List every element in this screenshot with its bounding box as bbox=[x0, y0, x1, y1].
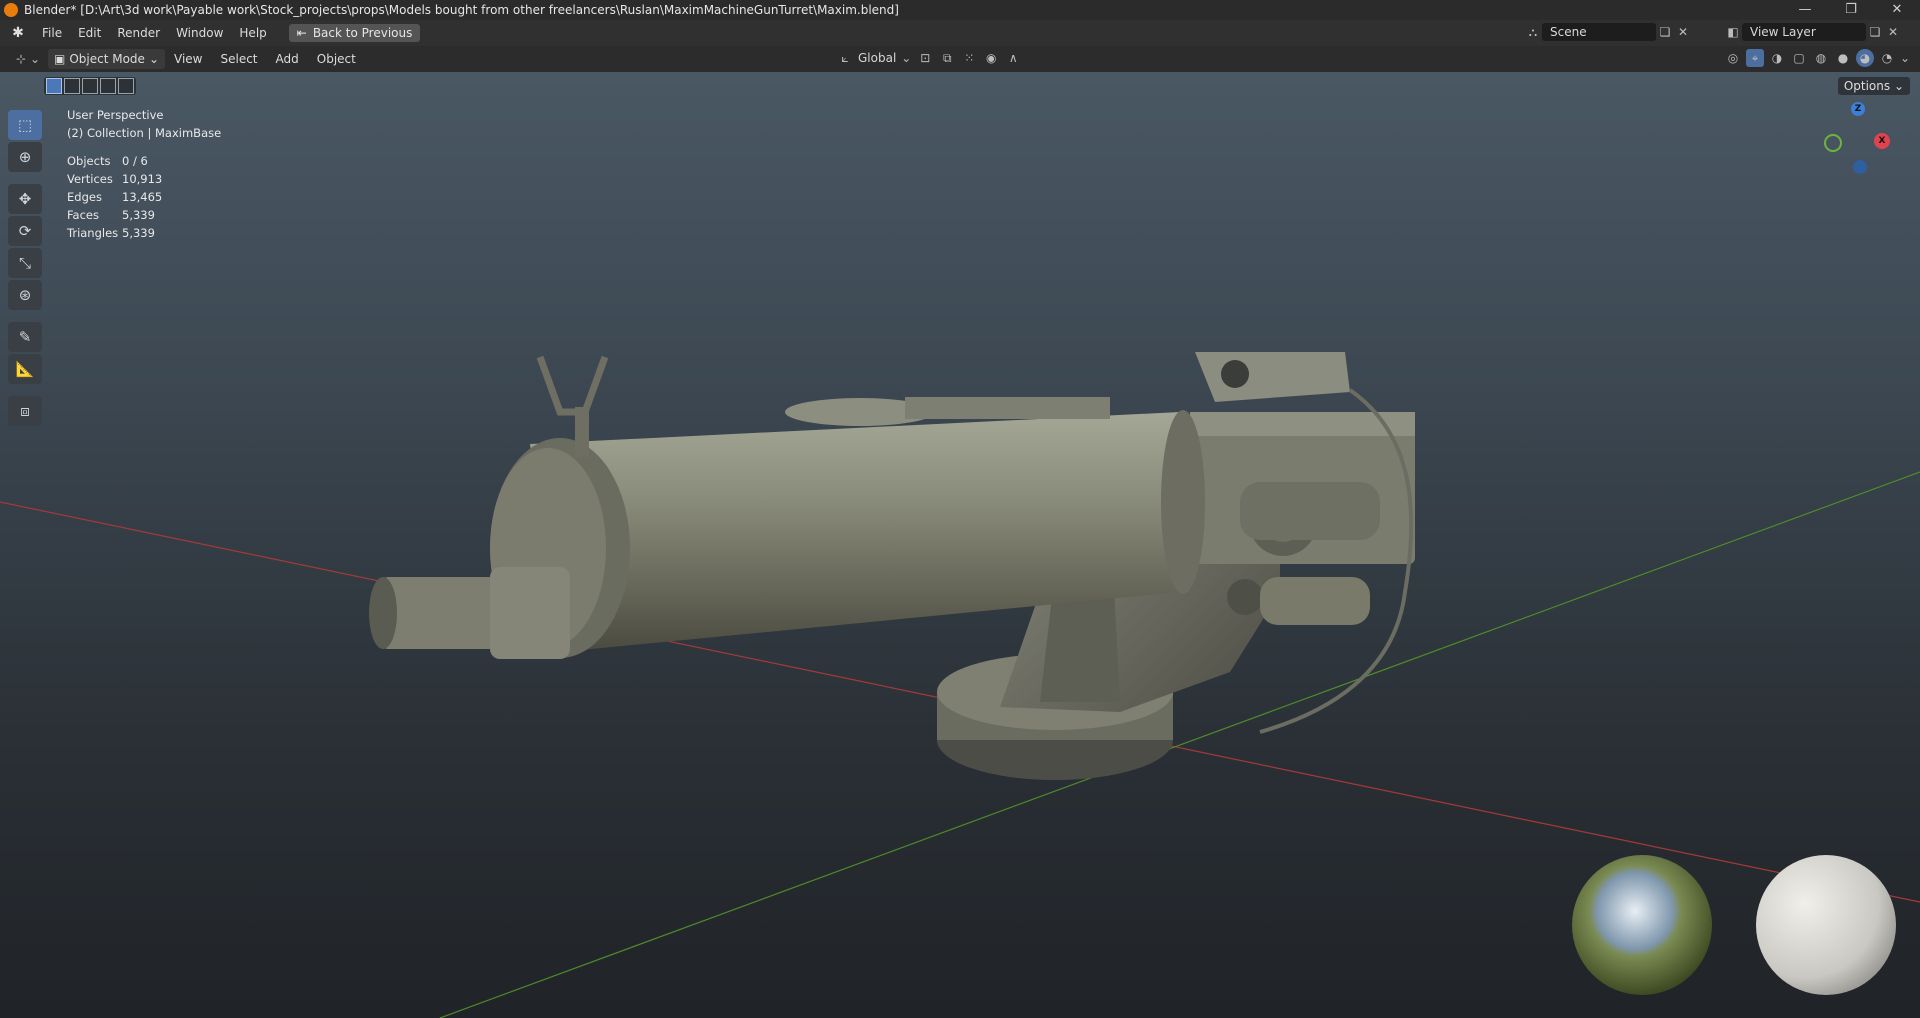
transform-tool-icon[interactable]: ⊛ bbox=[8, 280, 42, 310]
falloff-icon[interactable]: ∧ bbox=[1004, 49, 1022, 67]
cursor-tool-icon[interactable]: ⊕ bbox=[8, 142, 42, 172]
left-toolbar: ⬚ ⊕ ✥ ⟳ ⤡ ⊛ ✎ 📐 ⧈ bbox=[8, 108, 48, 428]
close-button[interactable]: ✕ bbox=[1874, 0, 1920, 20]
scene-statistics: Objects 0 / 6 Vertices 10,913 Edges 13,465 … bbox=[67, 152, 162, 242]
viewport-scene bbox=[0, 352, 1920, 1018]
z-axis-handle-icon[interactable]: Z bbox=[1851, 102, 1865, 116]
viewport-info: User Perspective (2) Collection | MaximB… bbox=[67, 106, 221, 142]
object-mode-dropdown[interactable]: ▣ Object Mode ⌄ bbox=[48, 49, 165, 69]
delete-view-layer-icon[interactable]: ✕ bbox=[1884, 23, 1902, 41]
neg-z-axis-handle-icon[interactable] bbox=[1853, 160, 1867, 174]
menu-window[interactable]: Window bbox=[168, 20, 231, 46]
snap-icon[interactable]: ⧉ bbox=[938, 49, 956, 67]
editor-type-icon[interactable]: ⊹ bbox=[12, 50, 30, 68]
scene-icon[interactable]: ⛬ bbox=[1524, 23, 1542, 41]
new-scene-icon[interactable]: ❏ bbox=[1656, 23, 1674, 41]
window-controls: — ❐ ✕ bbox=[1782, 0, 1920, 20]
orientation-icon: ⟀ bbox=[841, 50, 849, 65]
scene-selector: ⛬ Scene ❏ ✕ bbox=[1524, 22, 1692, 42]
stat-row: Vertices 10,913 bbox=[67, 172, 163, 186]
restore-button[interactable]: ❐ bbox=[1828, 0, 1874, 20]
back-to-previous-label: Back to Previous bbox=[312, 26, 413, 40]
chevron-down-icon[interactable]: ⌄ bbox=[900, 49, 912, 67]
header-menu-select[interactable]: Select bbox=[211, 52, 266, 66]
stat-row: Faces 5,339 bbox=[67, 208, 155, 222]
pivot-point-icon[interactable]: ⊡ bbox=[916, 49, 934, 67]
navigation-gizmo[interactable]: Z X bbox=[1820, 102, 1900, 192]
annotate-tool-icon[interactable]: ✎ bbox=[8, 322, 42, 352]
menu-file[interactable]: File bbox=[34, 20, 70, 46]
select-new-icon[interactable] bbox=[46, 78, 62, 94]
solid-shading-icon[interactable]: ● bbox=[1834, 49, 1852, 67]
chevron-down-icon: ⌄ bbox=[148, 52, 159, 66]
header-menu-view[interactable]: View bbox=[165, 52, 211, 66]
scene-field[interactable]: Scene bbox=[1542, 23, 1656, 41]
select-box-tool-icon[interactable]: ⬚ bbox=[8, 110, 42, 140]
view-layer-selector: ◧ View Layer ❏ ✕ bbox=[1724, 22, 1902, 42]
back-arrow-icon: ⇤ bbox=[296, 26, 307, 40]
material-preview-shading-icon[interactable]: ◕ bbox=[1856, 49, 1874, 67]
measure-tool-icon[interactable]: 📐 bbox=[8, 354, 42, 384]
viewport-shading-controls: ◎ ⌖ ◑ ▢ ◍ ● ◕ ◔ ⌄ bbox=[1724, 49, 1910, 67]
snap-target-icon[interactable]: ⁙ bbox=[960, 49, 978, 67]
chevron-down-icon[interactable]: ⌄ bbox=[30, 50, 40, 68]
menu-render[interactable]: Render bbox=[109, 20, 168, 46]
options-dropdown[interactable]: Options ⌄ bbox=[1837, 77, 1910, 95]
orientation-label[interactable]: Global bbox=[858, 51, 896, 65]
select-extend-icon[interactable] bbox=[64, 78, 80, 94]
3d-viewport[interactable]: ⬚ ⊕ ✥ ⟳ ⤡ ⊛ ✎ 📐 ⧈ User Perspective (2) C… bbox=[0, 72, 1920, 1018]
rendered-shading-icon[interactable]: ◔ bbox=[1878, 49, 1896, 67]
x-axis-handle-icon[interactable]: X bbox=[1874, 133, 1890, 149]
scale-tool-icon[interactable]: ⤡ bbox=[8, 248, 42, 278]
header-menu-object[interactable]: Object bbox=[308, 52, 365, 66]
view-layer-field[interactable]: View Layer bbox=[1742, 23, 1866, 41]
minimize-button[interactable]: — bbox=[1782, 0, 1828, 20]
viewport-header: ⊹ ⌄ ▣ Object Mode ⌄ View Select Add Obje… bbox=[0, 46, 1920, 72]
perspective-label: User Perspective bbox=[67, 108, 164, 122]
gizmo-toggle-icon[interactable]: ⌖ bbox=[1746, 49, 1764, 67]
stat-row: Edges 13,465 bbox=[67, 190, 163, 204]
selection-mode-toggles bbox=[44, 77, 136, 95]
menu-help[interactable]: Help bbox=[231, 20, 274, 46]
xray-icon[interactable]: ▢ bbox=[1790, 49, 1808, 67]
stat-row: Objects 0 / 6 bbox=[67, 154, 148, 168]
collection-label: (2) Collection | MaximBase bbox=[67, 126, 222, 140]
select-subtract-icon[interactable] bbox=[82, 78, 98, 94]
hdri-preview-sphere bbox=[1572, 855, 1712, 995]
y-axis-handle-icon[interactable] bbox=[1824, 134, 1842, 152]
wireframe-shading-icon[interactable]: ◍ bbox=[1812, 49, 1830, 67]
object-mode-label: Object Mode bbox=[69, 52, 145, 66]
add-cube-tool-icon[interactable]: ⧈ bbox=[8, 396, 42, 426]
window-titlebar: Blender* [D:\Art\3d work\Payable work\St… bbox=[0, 0, 1920, 20]
move-tool-icon[interactable]: ✥ bbox=[8, 184, 42, 214]
transform-controls: ⟀ Global ⌄ ⊡ ⧉ ⁙ ◉ ∧ bbox=[836, 49, 1022, 67]
view-layer-icon[interactable]: ◧ bbox=[1724, 23, 1742, 41]
rotate-tool-icon[interactable]: ⟳ bbox=[8, 216, 42, 246]
blender-logo-icon bbox=[4, 3, 18, 17]
blender-menu-icon[interactable]: ✱ bbox=[10, 25, 26, 41]
select-intersect-icon[interactable] bbox=[118, 78, 134, 94]
menu-edit[interactable]: Edit bbox=[70, 20, 109, 46]
back-to-previous-button[interactable]: ⇤ Back to Previous bbox=[288, 24, 421, 42]
proportional-edit-icon[interactable]: ◉ bbox=[982, 49, 1000, 67]
chevron-down-icon[interactable]: ⌄ bbox=[1900, 49, 1910, 67]
select-invert-icon[interactable] bbox=[100, 78, 116, 94]
delete-scene-icon[interactable]: ✕ bbox=[1674, 23, 1692, 41]
visibility-eye-icon[interactable]: ◎ bbox=[1724, 49, 1742, 67]
new-view-layer-icon[interactable]: ❏ bbox=[1866, 23, 1884, 41]
stat-row: Triangles 5,339 bbox=[67, 226, 155, 240]
window-title: Blender* [D:\Art\3d work\Payable work\St… bbox=[24, 3, 899, 17]
overlays-icon[interactable]: ◑ bbox=[1768, 49, 1786, 67]
clay-preview-sphere bbox=[1756, 855, 1896, 995]
object-mode-icon: ▣ bbox=[54, 52, 66, 66]
header-menu-add[interactable]: Add bbox=[267, 52, 308, 66]
